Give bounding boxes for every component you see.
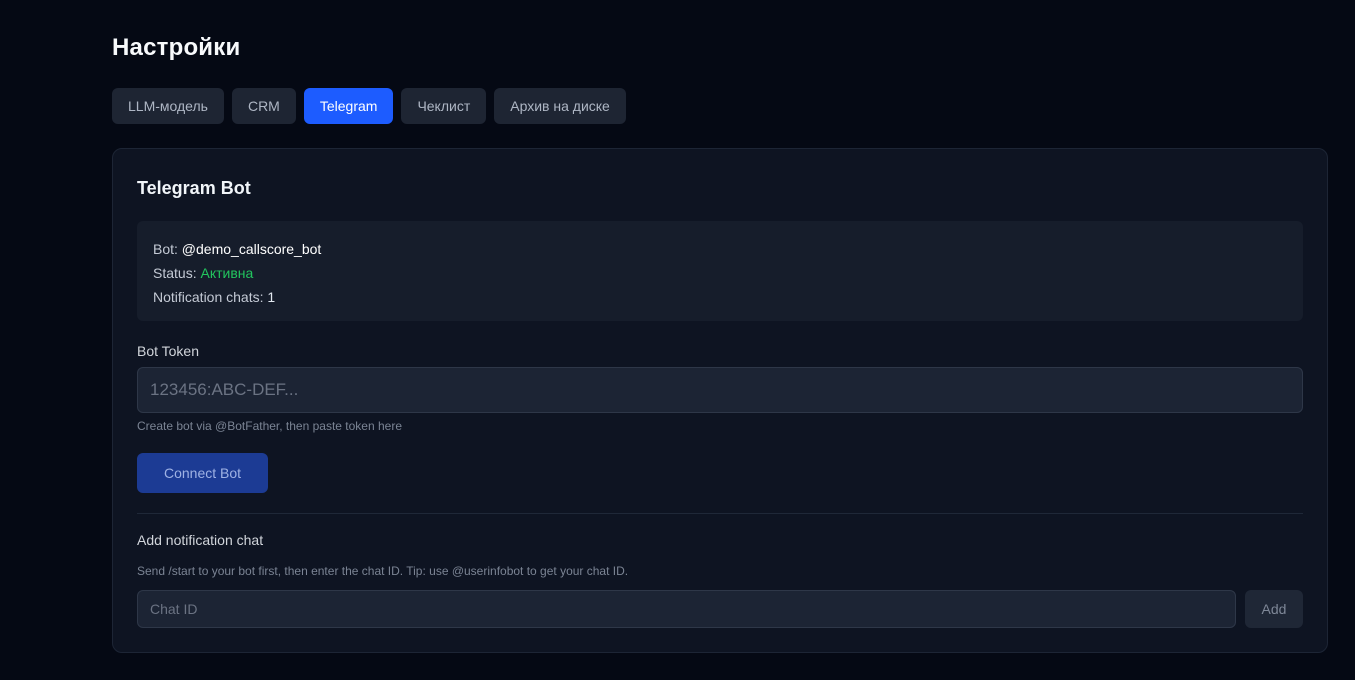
bot-username: @demo_callscore_bot xyxy=(181,241,322,257)
chats-label: Notification chats: xyxy=(153,289,264,305)
add-chat-hint: Send /start to your bot first, then ente… xyxy=(137,564,629,578)
card-title: Telegram Bot xyxy=(137,178,251,198)
chats-count: 1 xyxy=(267,289,276,305)
bot-info-panel: Bot: @demo_callscore_bot Status: Активна… xyxy=(137,221,1303,321)
bot-row: Bot: @demo_callscore_bot xyxy=(153,237,1287,261)
telegram-bot-card: Telegram Bot Bot: @demo_callscore_bot St… xyxy=(112,148,1328,653)
connect-bot-button[interactable]: Connect Bot xyxy=(137,453,268,493)
status-value: Активна xyxy=(200,265,254,281)
tab-telegram[interactable]: Telegram xyxy=(303,88,394,124)
tab-crm[interactable]: CRM xyxy=(231,88,296,124)
section-divider xyxy=(137,513,1303,514)
settings-page: Настройки LLM-модель CRM Telegram Чеклис… xyxy=(0,0,1355,680)
tab-disk-archive[interactable]: Архив на диске xyxy=(494,88,626,124)
add-chat-button[interactable]: Add xyxy=(1245,590,1303,628)
chat-id-input[interactable] xyxy=(137,590,1236,628)
status-row: Status: Активна xyxy=(153,261,1287,285)
page-title: Настройки xyxy=(112,34,241,61)
status-label: Status: xyxy=(153,265,197,281)
tab-llm-model[interactable]: LLM-модель xyxy=(112,88,224,124)
add-chat-label: Add notification chat xyxy=(137,532,264,548)
bot-token-input[interactable] xyxy=(137,367,1303,413)
chats-row: Notification chats: 1 xyxy=(153,285,1287,309)
bot-token-hint: Create bot via @BotFather, then paste to… xyxy=(137,419,403,433)
settings-tabs: LLM-модель CRM Telegram Чеклист Архив на… xyxy=(112,88,626,124)
bot-label: Bot: xyxy=(153,241,178,257)
tab-checklist[interactable]: Чеклист xyxy=(401,88,487,124)
bot-token-label: Bot Token xyxy=(137,343,200,359)
